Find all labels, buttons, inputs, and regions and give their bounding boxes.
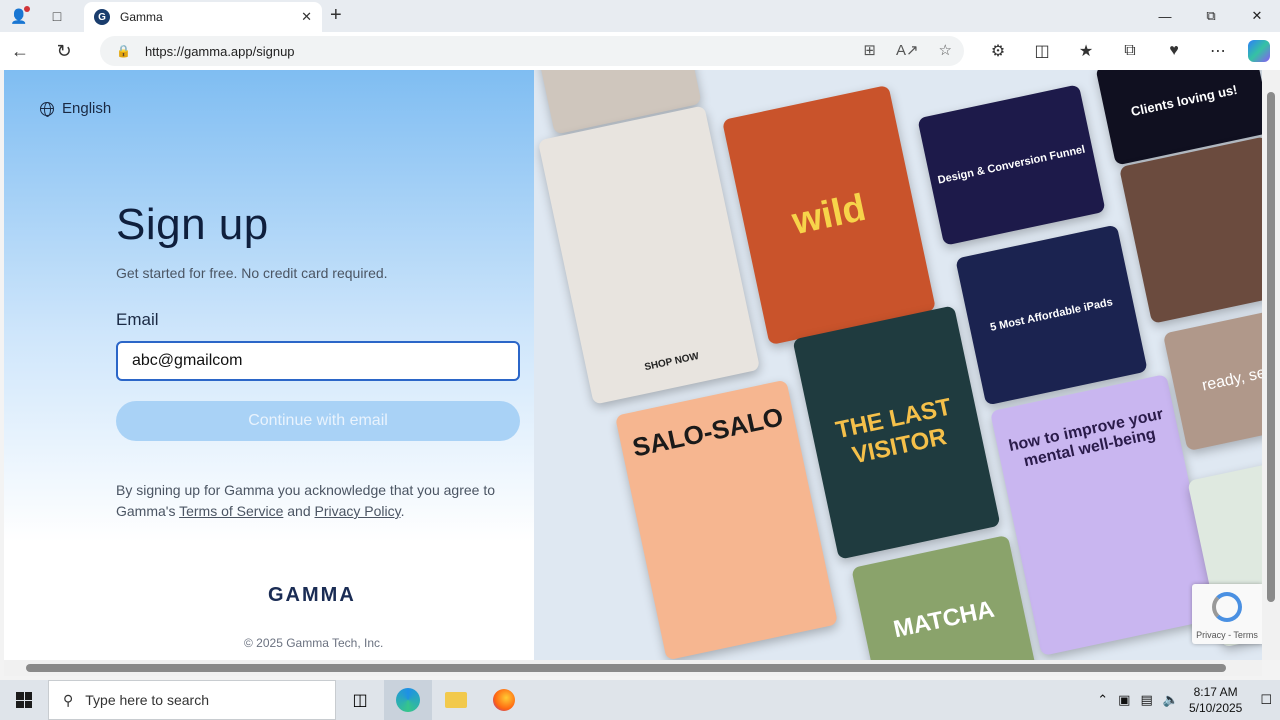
edge-icon [396,688,420,712]
back-icon[interactable]: ← [0,32,40,70]
lock-icon[interactable]: 🔒 [116,44,131,58]
start-button[interactable] [0,680,48,720]
windows-logo-icon [16,692,32,708]
app-available-icon[interactable]: ⊞ [863,41,876,59]
email-label: Email [116,310,159,329]
new-tab-icon[interactable]: + [330,4,342,27]
browser-toolbar-right: ⚙ ◫ ★ ⧉ ♥ ⋯ [976,32,1270,70]
favorites-icon[interactable]: ★ [1064,41,1108,61]
clock[interactable]: 8:17 AM 5/10/2025 [1189,684,1242,716]
tab-bar: 👤 □ G Gamma ✕ + — ⧉ ✕ [0,0,1280,32]
recaptcha-label: Privacy - Terms [1196,630,1258,640]
url-bar[interactable]: 🔒 https://gamma.app/signup ⊞ A↗ ☆ [100,36,964,66]
edge-taskbar-icon[interactable] [384,680,432,720]
gallery-card-jewelry [1119,136,1262,324]
split-screen-icon[interactable]: ◫ [1020,41,1064,61]
read-aloud-icon[interactable]: A↗ [896,41,919,59]
taskbar-search-placeholder: Type here to search [85,692,210,708]
page-title: Sign up [116,200,269,249]
vertical-scroll-thumb[interactable] [1267,92,1275,602]
vertical-scrollbar[interactable] [1262,70,1280,660]
gallery-card-ipads: 5 Most Affordable iPads [955,224,1148,406]
globe-icon [40,101,54,117]
legal-suffix: . [400,503,405,519]
restore-icon[interactable]: ⧉ [1188,0,1234,32]
legal-text: By signing up for Gamma you acknowledge … [116,480,526,522]
refresh-icon[interactable]: ↻ [44,32,84,70]
file-explorer-taskbar-icon[interactable] [432,680,480,720]
signup-panel: English Sign up Get started for free. No… [4,70,534,660]
task-view-icon[interactable]: ◫ [336,680,384,720]
more-options-icon[interactable]: ⋯ [1196,41,1240,61]
search-icon: ⚲ [63,691,74,708]
page-viewport: English Sign up Get started for free. No… [4,70,1262,660]
gamma-favicon-icon: G [94,9,110,25]
volume-icon[interactable]: 🔈 [1163,692,1179,708]
tab-actions-icon[interactable]: □ [38,0,76,32]
terms-of-service-link[interactable]: Terms of Service [179,503,283,519]
chevron-up-icon[interactable]: ⌃ [1097,692,1108,708]
close-tab-icon[interactable]: ✕ [301,9,312,25]
network-icon[interactable]: ▤ [1140,692,1152,708]
clock-time: 8:17 AM [1193,685,1238,699]
collections-icon[interactable]: ⧉ [1108,42,1152,60]
horizontal-scrollbar[interactable] [4,660,1262,676]
gallery-card-matcha: MATCHA [851,534,1037,660]
favorite-star-icon[interactable]: ☆ [939,41,952,59]
gallery-card-last-visitor: THE LAST VISITOR [792,305,1001,560]
taskbar-search[interactable]: ⚲ Type here to search [48,680,336,720]
copyright-text: © 2025 Gamma Tech, Inc. [244,636,384,650]
extensions-icon[interactable]: ⚙ [976,41,1020,61]
copilot-icon[interactable] [1248,40,1270,62]
folder-icon [445,692,467,708]
usb-icon[interactable]: ▣ [1118,692,1130,708]
page-subtitle: Get started for free. No credit card req… [116,265,388,281]
horizontal-scroll-thumb[interactable] [26,664,1226,672]
profile-icon[interactable]: 👤 [0,0,38,32]
tab-title: Gamma [120,10,163,24]
system-tray: ⌃ ▣ ▤ 🔈 8:17 AM 5/10/2025 ☐ [1097,680,1280,720]
gallery-card-salo-salo: SALO-SALO [614,379,839,660]
continue-with-email-button[interactable]: Continue with email [116,401,520,441]
recaptcha-icon [1212,592,1242,622]
firefox-icon [493,689,515,711]
privacy-policy-link[interactable]: Privacy Policy [315,503,401,519]
language-selector[interactable]: English [40,100,111,117]
recaptcha-badge[interactable]: Privacy - Terms [1192,584,1262,644]
legal-and: and [283,503,315,519]
clock-date: 5/10/2025 [1188,701,1243,715]
notifications-icon[interactable]: ☐ [1260,692,1272,708]
email-field[interactable] [116,341,520,381]
browser-essentials-icon[interactable]: ♥ [1152,42,1196,60]
gallery-card-fashion: SHOP NOW [537,105,761,405]
minimize-icon[interactable]: — [1142,0,1188,32]
profile-notification-dot [24,6,30,12]
gallery-card-funnel: Design & Conversion Funnel [917,84,1106,246]
window-close-icon[interactable]: ✕ [1234,0,1280,32]
gamma-logo: GAMMA [268,584,356,606]
url-text: https://gamma.app/signup [144,43,295,59]
gallery-card-wild: wild [721,84,937,346]
firefox-taskbar-icon[interactable] [480,680,528,720]
template-gallery: wild Design & Conversion Funnel Clients … [534,70,1262,660]
windows-taskbar: ⚲ Type here to search ◫ ⌃ ▣ ▤ 🔈 8:17 AM … [0,680,1280,720]
language-label: English [62,100,112,117]
browser-tab-gamma[interactable]: G Gamma ✕ [84,2,322,32]
